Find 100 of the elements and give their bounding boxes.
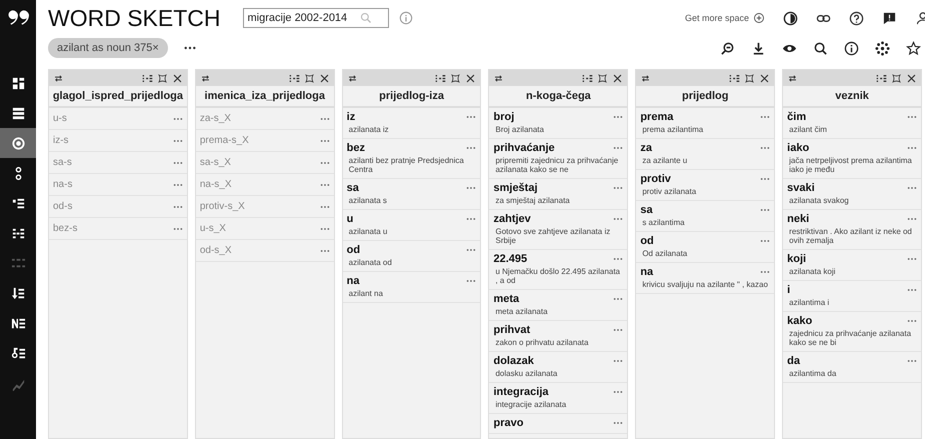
close-icon[interactable] [759,72,770,84]
get-more-space-link[interactable]: Get more space [684,13,749,23]
user-icon[interactable] [917,10,925,26]
swap-icon[interactable] [787,72,798,84]
collocate-word: čim [787,111,806,123]
example-text: protiv azilanata [641,186,698,196]
corpus-field[interactable]: migracije 2002-2014 [242,8,388,28]
collocate-word: 22.495 [493,253,528,265]
dots-layout-icon[interactable] [288,72,300,84]
collocate-row[interactable]: koji azilanata koji [783,250,921,281]
help-icon[interactable] [849,10,864,26]
collocate-row[interactable]: i azilantima i [783,281,921,312]
collocate-row[interactable]: iako jača netrpeljivost prema azilantima iako je među [783,139,921,179]
collocate-row[interactable]: 22.495 u Njemačku došlo 22.495 azilanata , a od [489,250,628,290]
quote-logo-icon[interactable] [7,8,29,26]
zoom-out-icon[interactable] [720,40,735,56]
dots-layout-icon[interactable] [582,72,594,84]
frame-icon[interactable] [744,72,756,84]
collocate-row[interactable]: na azilant na [342,272,480,303]
collocate-word: na [640,266,654,278]
collocate-word: neki [787,213,810,225]
search-icon[interactable] [813,40,828,56]
example-text: azilant čim [788,124,828,134]
query-chip[interactable]: azilant as noun 375× [48,38,168,58]
collocate-row[interactable]: prihvaćanje pripremiti zajednicu za prihvaćanje azilanata kako se ne [489,139,628,179]
collocate-row[interactable]: neki restriktivan . Ako azilant iz neke od ovih zemalja [783,210,921,250]
target-icon [10,136,26,150]
collocate-row[interactable]: bez azilanti bez pratnje Predsjednica Centra [342,139,480,179]
collocate-row[interactable]: smještaj za smještaj azilanata [489,179,628,210]
example-text: Od azilanata [641,248,688,258]
dots-circle-icon[interactable] [875,40,890,56]
collocate-row[interactable]: prihvat zakon o prihvatu azilanata [489,321,628,352]
dots-layout-icon[interactable] [142,72,153,84]
collocate-row[interactable]: dolazak dolasku azilanata [489,352,628,383]
collocate-word: na-s_X [200,179,232,190]
collocate-row[interactable]: čim azilant čim [783,108,921,139]
example-text: azilanata iz [348,124,390,134]
collocate-word: iz [346,111,356,123]
ordered-list-icon [10,346,26,360]
collocate-row[interactable]: iz azilanata iz [342,108,480,139]
collocate-word: da [787,355,800,367]
example-text: azilanata u [348,226,388,236]
collocate-word: u-s_X [200,223,226,234]
close-icon[interactable] [465,72,476,84]
swap-icon[interactable] [346,72,358,84]
column-title: n-koga-čega [489,86,628,108]
column-title: veznik [783,86,921,108]
close-icon[interactable] [906,72,917,84]
swap-icon[interactable] [640,72,652,84]
example-text: azilanata s [348,195,388,205]
feedback-icon[interactable] [882,10,897,26]
close-icon[interactable] [172,72,183,84]
example-text: krivicu svaljuju na azilante " , kazao [641,279,769,289]
collocate-row[interactable]: pravo [489,414,628,434]
collocate-row[interactable]: svaki azilanata svakog [783,179,921,210]
swap-icon[interactable] [200,72,211,84]
frame-icon[interactable] [450,72,462,84]
collocate-word: za-s_X [200,113,231,124]
collocate-row[interactable]: kako zajednicu za prihvaćanje azilanata kako se ne bi [783,312,921,352]
collocate-row[interactable]: sa s azilantima [636,201,774,232]
star-icon[interactable] [906,40,921,56]
search-icon [360,12,372,24]
grid-icon [10,76,26,90]
collocate-row[interactable]: broj Broj azilanata [489,108,628,139]
collocate-row[interactable]: od azilanata od [342,241,480,272]
plus-circle-icon[interactable] [753,12,765,24]
example-text: azilanti bez pratnje Predsjednica Centra [348,155,465,174]
dots-layout-icon[interactable] [876,72,887,84]
collocate-word: bez-s [53,223,78,234]
swap-icon[interactable] [53,72,64,84]
download-icon[interactable] [751,40,766,56]
collocate-row[interactable]: protiv protiv azilanata [636,170,774,201]
collocate-row[interactable]: od Od azilanata [636,232,774,263]
collocate-row[interactable]: prema prema azilantima [636,108,774,139]
frame-icon[interactable] [304,72,315,84]
collocate-row[interactable]: zahtjev Gotovo sve zahtjeve azilanata iz Srbije [489,210,628,250]
collocate-word: prema-s_X [200,135,249,146]
example-text: azilanata od [348,257,393,267]
close-icon[interactable] [612,72,624,84]
collocate-row[interactable]: integracija integracije azilanata [489,383,628,414]
collocate-row[interactable]: na krivicu svaljuju na azilante " , kazao [636,263,774,294]
more-icon[interactable] [184,46,196,50]
frame-icon[interactable] [890,72,902,84]
collocate-row[interactable]: sa azilanata s [342,179,480,210]
example-text: azilanata koji [788,266,836,276]
contrast-icon[interactable] [783,10,798,26]
dots-layout-icon[interactable] [729,72,740,84]
info-icon[interactable] [844,40,859,56]
close-icon[interactable] [318,72,330,84]
swap-icon[interactable] [493,72,504,84]
collocate-row[interactable]: da azilantima da [783,352,921,383]
frame-icon[interactable] [597,72,608,84]
collocate-row[interactable]: za za azilante u [636,139,774,170]
collocate-row[interactable]: u azilanata u [342,210,480,241]
collocate-word: prihvat [493,324,530,336]
example-text: azilantima da [788,368,838,378]
frame-icon[interactable] [156,72,168,84]
example-text: s azilantima [641,217,686,227]
dots-layout-icon[interactable] [435,72,446,84]
collocate-row[interactable]: meta meta azilanata [489,290,628,321]
